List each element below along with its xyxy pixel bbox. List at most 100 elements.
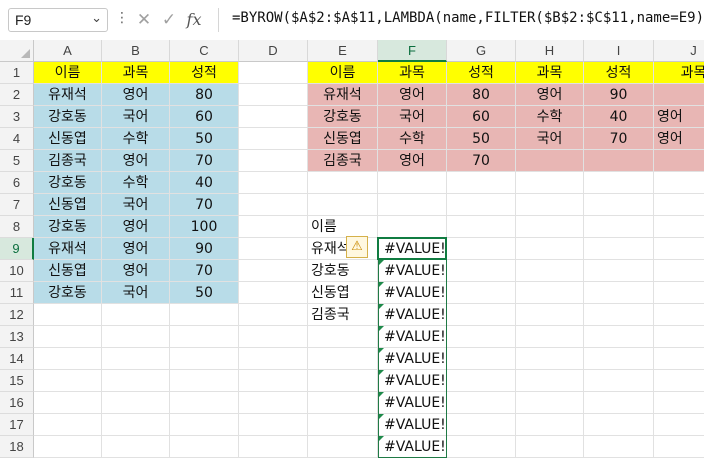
cell-c15[interactable]: [170, 370, 239, 392]
cell-b3[interactable]: 국어: [102, 106, 170, 128]
cell-i11[interactable]: [584, 282, 654, 304]
cell-a17[interactable]: [34, 414, 102, 436]
cell-a16[interactable]: [34, 392, 102, 414]
column-header-d[interactable]: D: [239, 40, 308, 62]
cell-b13[interactable]: [102, 326, 170, 348]
cell-e8[interactable]: 이름: [308, 216, 378, 238]
cell-i3[interactable]: 40: [584, 106, 654, 128]
cell-c9[interactable]: 90: [170, 238, 239, 260]
cell-d6[interactable]: [239, 172, 308, 194]
row-header-12[interactable]: 12: [0, 304, 34, 326]
cell-f5[interactable]: 영어: [378, 150, 447, 172]
cell-b14[interactable]: [102, 348, 170, 370]
cell-d11[interactable]: [239, 282, 308, 304]
cell-j5[interactable]: [654, 150, 704, 172]
cell-f10[interactable]: #VALUE!: [378, 260, 447, 282]
cell-a11[interactable]: 강호동: [34, 282, 102, 304]
cell-b2[interactable]: 영어: [102, 84, 170, 106]
cell-a5[interactable]: 김종국: [34, 150, 102, 172]
cell-f7[interactable]: [378, 194, 447, 216]
cell-d1[interactable]: [239, 62, 308, 84]
cell-h6[interactable]: [516, 172, 584, 194]
cell-c13[interactable]: [170, 326, 239, 348]
cell-e17[interactable]: [308, 414, 378, 436]
cell-i17[interactable]: [584, 414, 654, 436]
chevron-down-icon[interactable]: ⌄: [91, 11, 102, 26]
cell-d9[interactable]: [239, 238, 308, 260]
row-header-17[interactable]: 17: [0, 414, 34, 436]
cell-j14[interactable]: [654, 348, 704, 370]
cell-c6[interactable]: 40: [170, 172, 239, 194]
cell-d5[interactable]: [239, 150, 308, 172]
cell-g6[interactable]: [447, 172, 516, 194]
cell-d14[interactable]: [239, 348, 308, 370]
cell-j7[interactable]: [654, 194, 704, 216]
cell-c12[interactable]: [170, 304, 239, 326]
cell-g17[interactable]: [447, 414, 516, 436]
cell-c14[interactable]: [170, 348, 239, 370]
cell-a9[interactable]: 유재석: [34, 238, 102, 260]
cell-i9[interactable]: [584, 238, 654, 260]
cell-f9[interactable]: #VALUE!: [378, 238, 447, 260]
row-header-8[interactable]: 8: [0, 216, 34, 238]
column-header-b[interactable]: B: [102, 40, 170, 62]
row-header-10[interactable]: 10: [0, 260, 34, 282]
cell-b16[interactable]: [102, 392, 170, 414]
cell-h15[interactable]: [516, 370, 584, 392]
cell-i18[interactable]: [584, 436, 654, 458]
cell-f8[interactable]: [378, 216, 447, 238]
cell-b17[interactable]: [102, 414, 170, 436]
cell-j13[interactable]: [654, 326, 704, 348]
row-header-18[interactable]: 18: [0, 436, 34, 458]
cell-h11[interactable]: [516, 282, 584, 304]
cell-b10[interactable]: 영어: [102, 260, 170, 282]
cell-g16[interactable]: [447, 392, 516, 414]
cell-d10[interactable]: [239, 260, 308, 282]
cell-e11[interactable]: 신동엽: [308, 282, 378, 304]
cell-a3[interactable]: 강호동: [34, 106, 102, 128]
cell-d4[interactable]: [239, 128, 308, 150]
cell-f18[interactable]: #VALUE!: [378, 436, 447, 458]
cell-d18[interactable]: [239, 436, 308, 458]
cell-c16[interactable]: [170, 392, 239, 414]
cell-f1[interactable]: 과목: [378, 62, 447, 84]
cell-f2[interactable]: 영어: [378, 84, 447, 106]
cell-e2[interactable]: 유재석: [308, 84, 378, 106]
cell-h16[interactable]: [516, 392, 584, 414]
cell-d8[interactable]: [239, 216, 308, 238]
cell-f16[interactable]: #VALUE!: [378, 392, 447, 414]
cell-i1[interactable]: 성적: [584, 62, 654, 84]
cell-a4[interactable]: 신동엽: [34, 128, 102, 150]
cell-g18[interactable]: [447, 436, 516, 458]
cell-g11[interactable]: [447, 282, 516, 304]
cell-a10[interactable]: 신동엽: [34, 260, 102, 282]
cell-h9[interactable]: [516, 238, 584, 260]
column-header-j[interactable]: J: [654, 40, 704, 62]
cell-e15[interactable]: [308, 370, 378, 392]
cell-j17[interactable]: [654, 414, 704, 436]
column-header-g[interactable]: G: [447, 40, 516, 62]
cell-g13[interactable]: [447, 326, 516, 348]
cell-g3[interactable]: 60: [447, 106, 516, 128]
cell-j9[interactable]: [654, 238, 704, 260]
cell-e1[interactable]: 이름: [308, 62, 378, 84]
cell-d2[interactable]: [239, 84, 308, 106]
cell-e3[interactable]: 강호동: [308, 106, 378, 128]
cell-a18[interactable]: [34, 436, 102, 458]
cell-b4[interactable]: 수학: [102, 128, 170, 150]
column-header-h[interactable]: H: [516, 40, 584, 62]
cell-h4[interactable]: 국어: [516, 128, 584, 150]
column-header-i[interactable]: I: [584, 40, 654, 62]
cell-j6[interactable]: [654, 172, 704, 194]
row-header-7[interactable]: 7: [0, 194, 34, 216]
cell-g9[interactable]: [447, 238, 516, 260]
name-box[interactable]: F9 ⌄: [8, 8, 108, 32]
row-header-14[interactable]: 14: [0, 348, 34, 370]
row-header-6[interactable]: 6: [0, 172, 34, 194]
cell-h18[interactable]: [516, 436, 584, 458]
cell-f4[interactable]: 수학: [378, 128, 447, 150]
cell-h3[interactable]: 수학: [516, 106, 584, 128]
cell-b9[interactable]: 영어: [102, 238, 170, 260]
cell-j11[interactable]: [654, 282, 704, 304]
cell-g14[interactable]: [447, 348, 516, 370]
